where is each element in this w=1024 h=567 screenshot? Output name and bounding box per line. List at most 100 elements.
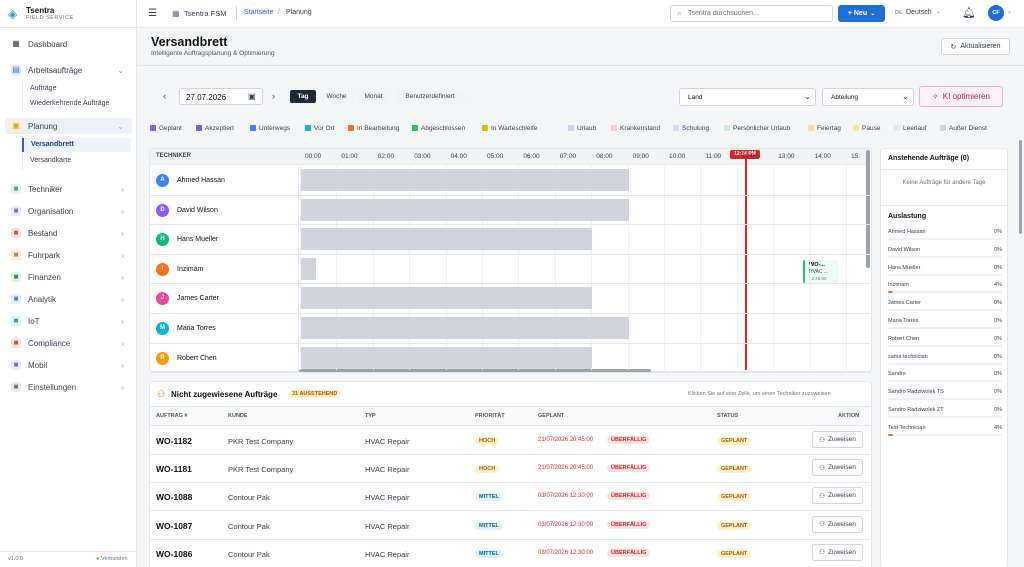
hour-label: 10:00: [669, 153, 686, 160]
sidebar-item-label: Arbeitsaufträge: [28, 65, 83, 75]
sidebar-subitem-versandkarte[interactable]: Versandkarte: [30, 157, 71, 164]
sidebar-item-compliance[interactable]: ■ Compliance ›: [5, 335, 132, 351]
technician-name[interactable]: James Carter: [177, 295, 219, 302]
sidebar-item-mobil[interactable]: ■ Mobil ›: [5, 357, 132, 373]
chevron-down-icon: ⌄: [902, 92, 909, 101]
sidebar-item-planung[interactable]: ▣ Planung ⌄: [5, 118, 132, 134]
utilization-percent: 4%: [994, 424, 1002, 431]
sidebar-item-label: Planung: [28, 121, 58, 131]
technician-row[interactable]: [150, 255, 870, 285]
assign-button[interactable]: ⚇ Zuweisen: [812, 487, 863, 505]
order-id[interactable]: WO-1181: [156, 464, 192, 474]
assign-button[interactable]: ⚇ Zuweisen: [812, 515, 863, 533]
technician-name[interactable]: Ahmed Hassan: [177, 177, 225, 184]
legend-swatch: [150, 125, 156, 131]
version: v1.0.0: [8, 556, 23, 562]
sidebar-subitem-wiederkehrende[interactable]: Wiederkehrende Aufträge: [30, 100, 109, 107]
chevron-right-icon: ›: [121, 228, 124, 238]
technician-name[interactable]: Inzimam: [177, 266, 203, 273]
org-name[interactable]: Tsentra FSM: [184, 9, 227, 18]
utilization-bar: [888, 398, 1002, 401]
page-scrollbar[interactable]: [1019, 140, 1022, 234]
assign-button[interactable]: ⚇ Zuweisen: [812, 543, 863, 561]
ai-optimize-button[interactable]: ✧ KI optimieren: [919, 86, 1003, 107]
legend-label: In Warteschleife: [491, 124, 538, 132]
order-id[interactable]: WO-1182: [156, 436, 192, 446]
hour-label: 13:00: [778, 153, 795, 160]
order-type: HVAC Repair: [365, 437, 410, 446]
assign-button[interactable]: ⚇ Zuweisen: [812, 459, 863, 477]
technician-name[interactable]: Hans Mueller: [177, 236, 218, 243]
legend-swatch: [853, 125, 859, 131]
technician-name[interactable]: Maria Torres: [177, 325, 216, 332]
tab-woche[interactable]: Woche: [320, 90, 353, 103]
next-day-button[interactable]: ›: [272, 91, 275, 101]
divider: [236, 6, 237, 20]
sidebar-subitem-auftraege[interactable]: Aufträge: [30, 85, 56, 92]
chevron-right-icon: ›: [121, 250, 124, 260]
sidebar-item-fuhrpark[interactable]: ■ Fuhrpark ›: [5, 247, 132, 263]
sidebar-item-einstellungen[interactable]: ■ Einstellungen ›: [5, 379, 132, 395]
bell-icon[interactable]: 🔔︎: [962, 6, 976, 19]
utilization-percent: 0%: [994, 300, 1002, 307]
brand[interactable]: ◈ Tsentra FIELD SERVICE: [0, 0, 136, 28]
sidebar-item-finanzen[interactable]: ■ Finanzen ›: [5, 269, 132, 285]
tab-monat[interactable]: Monat: [357, 90, 390, 103]
sidebar-footer: v1.0.0 ● Verbunden: [0, 551, 136, 567]
sidebar-item-label: Mobil: [28, 360, 48, 370]
new-button[interactable]: + Neu ⌄: [838, 5, 885, 22]
order-id[interactable]: WO-1086: [156, 549, 192, 559]
country-select[interactable]: Land ⌄: [679, 88, 816, 106]
legend-swatch: [940, 125, 946, 131]
wifi-icon: ■: [11, 316, 21, 326]
technician-name[interactable]: David Wilson: [177, 207, 218, 214]
unassigned-hint: Klicken Sie auf eine Zeile, um einen Tec…: [688, 391, 831, 397]
utilization-name: James Carter: [888, 300, 922, 307]
search-box[interactable]: ⌕: [670, 5, 833, 22]
refresh-button[interactable]: ↻ Aktualisieren: [941, 38, 1010, 55]
prev-day-button[interactable]: ‹: [163, 91, 166, 101]
sidebar-item-iot[interactable]: ■ IoT ›: [5, 313, 132, 329]
sidebar-subitem-versandbrett[interactable]: Versandbrett: [22, 138, 131, 152]
status-badge: GEPLANT: [717, 437, 752, 445]
order-type: HVAC Repair: [365, 521, 410, 531]
department-select[interactable]: Abteilung ⌄: [822, 88, 914, 106]
technician-name[interactable]: Robert Chen: [177, 355, 217, 362]
search-input[interactable]: [688, 8, 828, 19]
sidebar-item-techniker[interactable]: ■ Techniker ›: [5, 181, 132, 197]
sidebar-item-bestand[interactable]: ■ Bestand ›: [5, 225, 132, 241]
tab-tag[interactable]: Tag: [290, 90, 316, 103]
unavailable-block: [301, 346, 593, 369]
order-id[interactable]: WO-1087: [156, 521, 192, 531]
user-icon: ⚇: [819, 549, 825, 557]
assign-button[interactable]: ⚇ Zuweisen: [812, 431, 863, 448]
utilization-name: Test Technician: [888, 424, 926, 431]
sidebar-item-arbeitsauftraege[interactable]: ▤ Arbeitsaufträge ⌄: [5, 62, 132, 78]
legend-label: Urlaub: [577, 124, 597, 132]
legend-label: Unterwegs: [259, 124, 291, 132]
breadcrumb-home[interactable]: Startseite: [244, 9, 274, 16]
sidebar: ◈ Tsentra FIELD SERVICE ▦ Dashboard ▤ Ar…: [0, 0, 137, 567]
legend-swatch: [305, 125, 311, 131]
overdue-badge: ÜBERFÄLLIG: [607, 492, 651, 501]
priority-badge: MITTEL: [475, 549, 503, 558]
utilization-name: sama technician: [888, 353, 928, 360]
avatar[interactable]: CF: [988, 5, 1004, 21]
tab-benutzerdefiniert[interactable]: Benutzerdefiniert: [395, 90, 465, 103]
date-input[interactable]: 27.07.2026 ▣: [179, 88, 263, 105]
user-plus-icon: ⚇: [157, 389, 166, 399]
order-date: 03/07/2026 12:30:00: [538, 493, 594, 500]
sidebar-item-dashboard[interactable]: ▦ Dashboard: [5, 36, 132, 52]
utilization-name: David Wilson: [888, 246, 921, 253]
chevron-right-icon: ›: [121, 206, 124, 216]
order-id[interactable]: WO-1088: [156, 492, 192, 502]
sidebar-item-label: Dashboard: [28, 39, 68, 49]
shield-icon: ■: [11, 338, 21, 348]
menu-icon[interactable]: ☰: [148, 8, 157, 19]
language-select[interactable]: Deutsch: [906, 9, 932, 16]
sidebar-item-organisation[interactable]: ■ Organisation ›: [5, 203, 132, 219]
connection-status: Verbunden: [101, 556, 128, 562]
truck-icon: ■: [11, 250, 21, 260]
dollar-icon: ■: [11, 272, 21, 282]
sidebar-item-analytik[interactable]: ■ Analytik ›: [5, 291, 132, 307]
